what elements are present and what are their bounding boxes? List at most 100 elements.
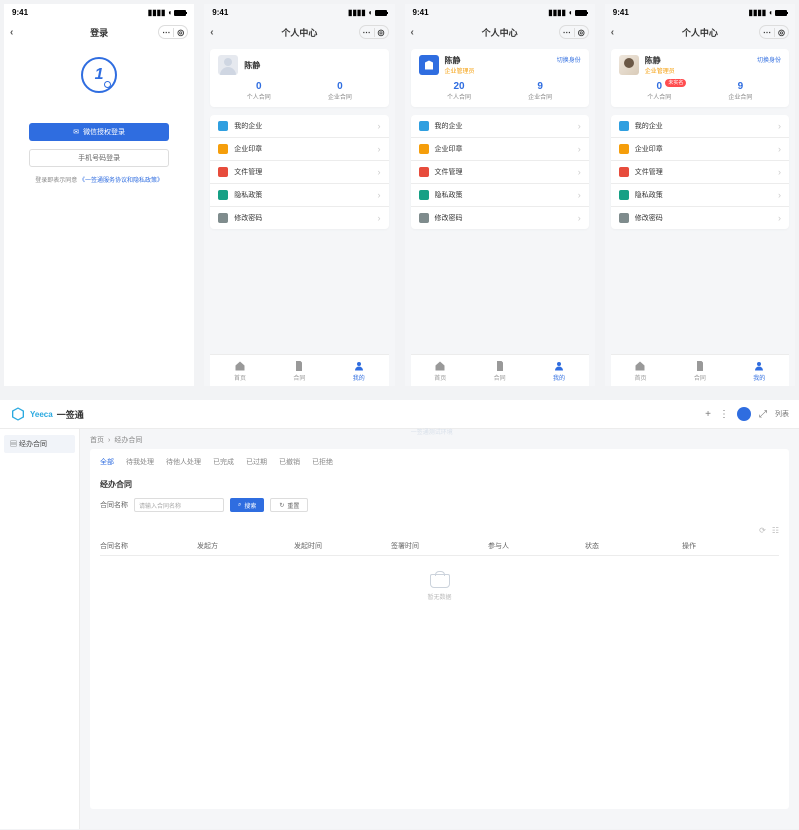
breadcrumb-root[interactable]: 首页 — [90, 435, 104, 445]
menu-company-seal[interactable]: 企业印章 — [611, 138, 789, 161]
menu-password[interactable]: 修改密码 — [210, 207, 388, 229]
tab-home[interactable]: 首页 — [210, 355, 269, 386]
menu-privacy[interactable]: 隐私政策 — [611, 184, 789, 207]
tab-mine[interactable]: 我的 — [329, 355, 388, 386]
menu-my-company[interactable]: 我的企业 — [611, 115, 789, 138]
menu-company-seal[interactable]: 企业印章 — [411, 138, 589, 161]
back-icon[interactable]: ‹ — [10, 27, 13, 38]
stat-personal[interactable]: 0 个人合同 — [218, 81, 299, 101]
stat-personal-num: 20 — [419, 81, 500, 92]
battery-icon — [375, 10, 387, 16]
tab-bar: 首页 合同 我的 — [411, 354, 589, 386]
menu-privacy[interactable]: 隐私政策 — [411, 184, 589, 207]
avatar — [218, 55, 238, 75]
menu-company-seal[interactable]: 企业印章 — [210, 138, 388, 161]
capsule-menu-icon[interactable]: ⋯ — [560, 28, 574, 37]
tab-pending-others[interactable]: 待他人处理 — [166, 457, 201, 469]
tab-home[interactable]: 首页 — [411, 355, 470, 386]
phone-login: 9:41 ▮▮▮▮ ◖ ‹ 登录 ⋯ ◎ 1 ✉ 微信授权登录 手机号码登录 — [4, 4, 194, 386]
capsule-menu-icon[interactable]: ⋯ — [159, 28, 173, 37]
tab-contract[interactable]: 合同 — [470, 355, 529, 386]
nav-bar: ‹ 个人中心 ⋯ ◎ — [405, 21, 595, 43]
tab-all[interactable]: 全部 — [100, 457, 114, 469]
menu-my-company[interactable]: 我的企业 — [210, 115, 388, 138]
status-time: 9:41 — [12, 8, 28, 17]
desktop-body: ▤ 经办合同 一签通测试环境 首页 › 经办合同 全部 待我处理 待他人处理 已… — [0, 429, 799, 829]
miniprogram-capsule[interactable]: ⋯ ◎ — [759, 25, 789, 39]
back-icon[interactable]: ‹ — [411, 27, 414, 38]
capsule-close-icon[interactable]: ◎ — [774, 28, 788, 37]
stat-personal[interactable]: 0 未实名 个人合同 — [619, 81, 700, 101]
refresh-icon: ↻ — [279, 502, 284, 509]
user-card: 陈静 0 个人合同 0 企业合同 — [210, 49, 388, 107]
capsule-close-icon[interactable]: ◎ — [173, 28, 187, 37]
tab-revoked[interactable]: 已撤销 — [279, 457, 300, 469]
phone-login-button[interactable]: 手机号码登录 — [29, 149, 169, 167]
capsule-menu-icon[interactable]: ⋯ — [360, 28, 374, 37]
seal-icon — [419, 144, 429, 154]
menu-files[interactable]: 文件管理 — [411, 161, 589, 184]
tab-mine[interactable]: 我的 — [730, 355, 789, 386]
tab-pending-me[interactable]: 待我处理 — [126, 457, 154, 469]
col-name: 合同名称 — [100, 541, 197, 551]
menu-privacy[interactable]: 隐私政策 — [210, 184, 388, 207]
user-avatar[interactable] — [737, 407, 751, 421]
columns-icon[interactable]: ☷ — [772, 526, 779, 535]
capsule-close-icon[interactable]: ◎ — [574, 28, 588, 37]
capsule-menu-icon[interactable]: ⋯ — [760, 28, 774, 37]
status-time: 9:41 — [413, 8, 429, 17]
switch-role-link[interactable]: 切换身份 — [757, 55, 781, 64]
back-icon[interactable]: ‹ — [210, 27, 213, 38]
wifi-icon: ◖ — [568, 8, 573, 17]
menu-files[interactable]: 文件管理 — [611, 161, 789, 184]
more-icon[interactable]: ⋮ — [719, 409, 729, 420]
app-logo[interactable]: Yeeca 一签通 — [10, 406, 84, 422]
tab-expired[interactable]: 已过期 — [246, 457, 267, 469]
miniprogram-capsule[interactable]: ⋯ ◎ — [359, 25, 389, 39]
stat-company[interactable]: 9 企业合同 — [500, 81, 581, 101]
tab-home[interactable]: 首页 — [611, 355, 670, 386]
back-icon[interactable]: ‹ — [611, 27, 614, 38]
status-time: 9:41 — [212, 8, 228, 17]
tab-mine[interactable]: 我的 — [529, 355, 588, 386]
avatar — [419, 55, 439, 75]
tab-done[interactable]: 已完成 — [213, 457, 234, 469]
tab-rejected[interactable]: 已拒绝 — [312, 457, 333, 469]
tab-contract[interactable]: 合同 — [670, 355, 729, 386]
lock-icon — [619, 213, 629, 223]
col-initiator: 发起方 — [197, 541, 294, 551]
consent-link[interactable]: 《一签通服务协议和隐私政策》 — [79, 178, 163, 184]
table-header: 合同名称 发起方 发起时间 签署时间 参与人 状态 操作 — [100, 537, 779, 556]
nav-bar: ‹ 个人中心 ⋯ ◎ — [605, 21, 795, 43]
stat-company[interactable]: 9 企业合同 — [700, 81, 781, 101]
expand-icon[interactable]: ⤢ — [759, 409, 767, 420]
wechat-login-button[interactable]: ✉ 微信授权登录 — [29, 123, 169, 141]
stats-row: 0 个人合同 0 企业合同 — [218, 81, 380, 101]
stat-company[interactable]: 0 企业合同 — [299, 81, 380, 101]
reset-button[interactable]: ↻重置 — [270, 498, 308, 512]
home-icon — [434, 360, 446, 372]
sidebar-item-contracts[interactable]: ▤ 经办合同 — [4, 435, 75, 453]
search-button[interactable]: ⌕搜索 — [230, 498, 264, 512]
stats-row: 20 个人合同 9 企业合同 — [419, 81, 581, 101]
contract-name-input[interactable]: 请输入合同名称 — [134, 498, 224, 512]
document-icon — [494, 360, 506, 372]
menu-label: 我的企业 — [635, 121, 663, 131]
header-menu-label[interactable]: 列表 — [775, 409, 789, 419]
menu-files[interactable]: 文件管理 — [210, 161, 388, 184]
logo-brand: Yeeca — [30, 410, 53, 419]
tab-contract[interactable]: 合同 — [270, 355, 329, 386]
capsule-close-icon[interactable]: ◎ — [374, 28, 388, 37]
miniprogram-capsule[interactable]: ⋯ ◎ — [158, 25, 188, 39]
reload-icon[interactable]: ⟳ — [759, 526, 766, 535]
plus-icon[interactable]: + — [705, 409, 711, 420]
menu-my-company[interactable]: 我的企业 — [411, 115, 589, 138]
miniprogram-capsule[interactable]: ⋯ ◎ — [559, 25, 589, 39]
menu-label: 文件管理 — [234, 167, 262, 177]
menu-password[interactable]: 修改密码 — [611, 207, 789, 229]
menu-password[interactable]: 修改密码 — [411, 207, 589, 229]
phone-profile-3: 9:41 ▮▮▮▮ ◖ ‹ 个人中心 ⋯ ◎ 陈静 企业管理员 — [605, 4, 795, 386]
seal-icon — [619, 144, 629, 154]
stat-personal[interactable]: 20 个人合同 — [419, 81, 500, 101]
switch-role-link[interactable]: 切换身份 — [557, 55, 581, 64]
